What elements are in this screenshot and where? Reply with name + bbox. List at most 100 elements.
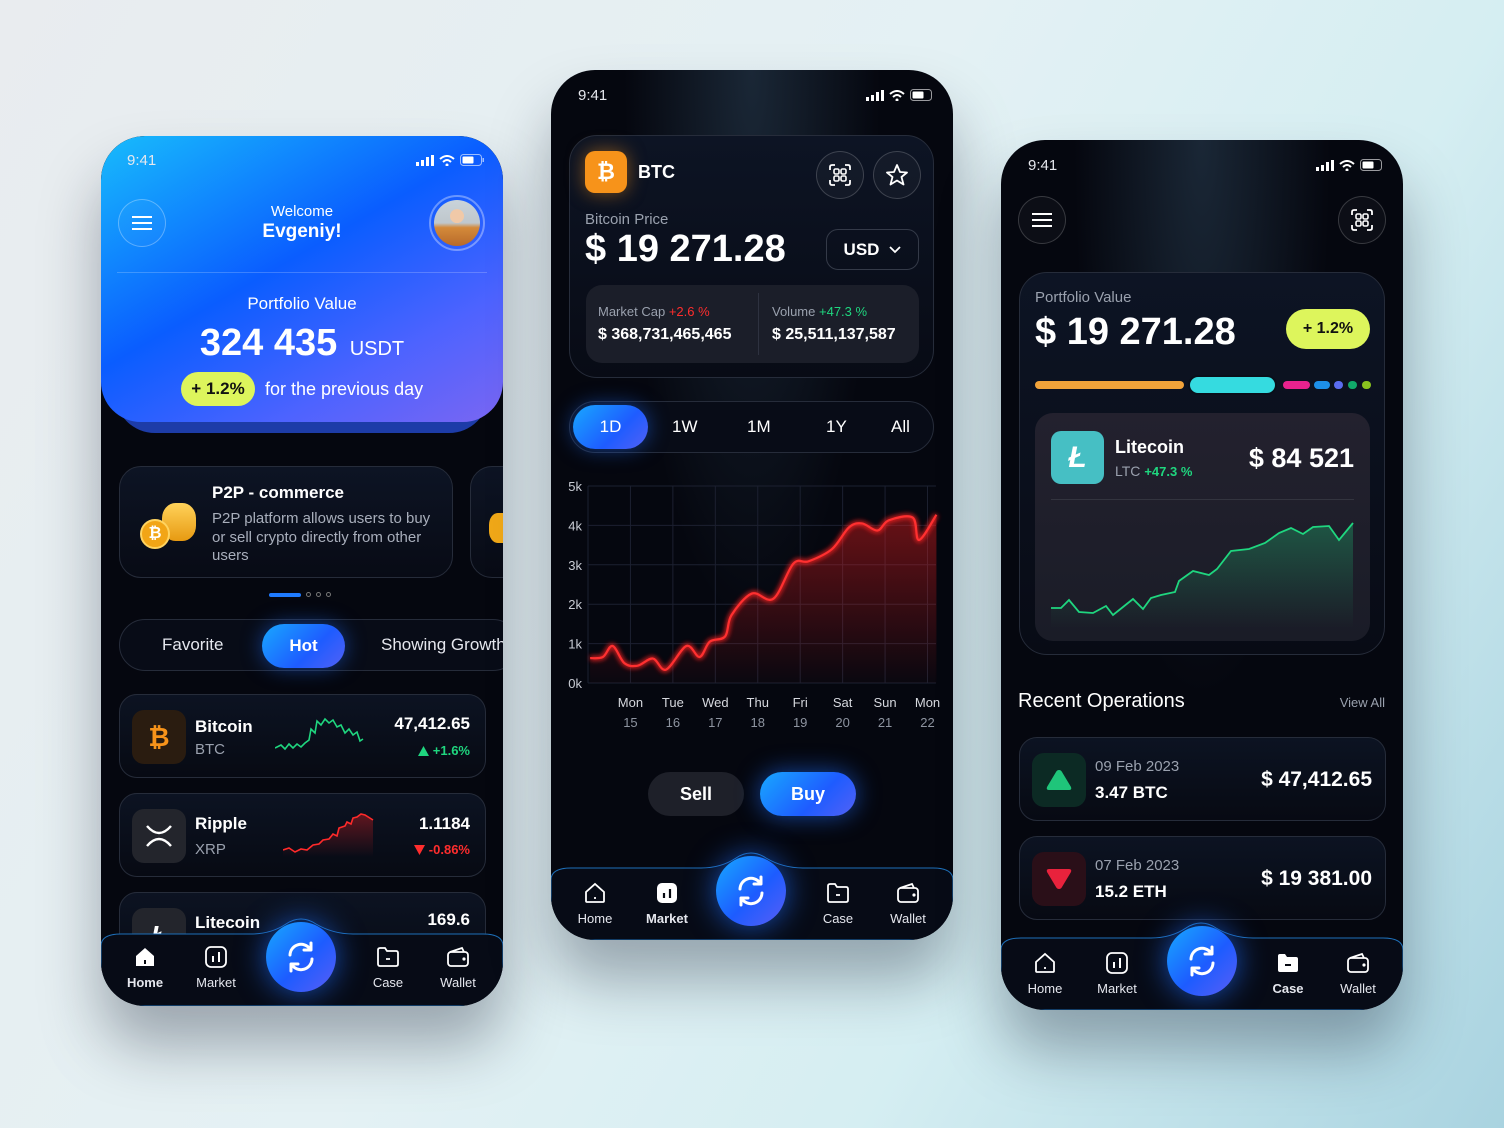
tab-1y[interactable]: 1Y	[826, 417, 847, 437]
x-tick-date: 19	[793, 715, 807, 730]
x-tick-date: 21	[878, 715, 892, 730]
status-icons	[866, 89, 935, 101]
portfolio-value: $ 19 271.28	[1035, 311, 1236, 353]
coin-symbol: XRP	[195, 841, 226, 858]
coin-price: $ 19 271.28	[585, 228, 786, 270]
signal-icon	[416, 154, 434, 166]
tab-1d[interactable]: 1D	[573, 405, 648, 449]
nav-market[interactable]: Market	[181, 945, 251, 990]
nav-market[interactable]: Market	[632, 881, 702, 926]
y-tick-label: 4k	[568, 518, 582, 533]
x-tick-day: Wed	[702, 695, 729, 710]
avatar[interactable]	[429, 195, 485, 251]
nav-home[interactable]: Home	[110, 945, 180, 990]
nav-case[interactable]: Case	[353, 945, 423, 990]
coin-info-card: ₿ BTC Bitcoin Price $ 19 271.28 USD Mark…	[569, 135, 934, 378]
operation-amount: 3.47 BTC	[1095, 783, 1168, 802]
promo-card[interactable]: ₿ P2P - commerce P2P platform allows use…	[119, 466, 453, 578]
hamburger-icon	[132, 216, 152, 230]
bitcoin-sparkline	[275, 717, 364, 751]
nav-market[interactable]: Market	[1082, 951, 1152, 996]
coin-row-ripple[interactable]: Ripple XRP 1.1184 -0.86%	[119, 793, 486, 877]
nav-home[interactable]: Home	[560, 881, 630, 926]
nav-wallet[interactable]: Wallet	[423, 945, 493, 990]
price-chart[interactable]: 0k 1k 2k 3k 4k 5k Mon 15 Tue 16 Wed 17 Thu 18 Fri 19 Sat…	[551, 470, 953, 740]
price-label: Bitcoin Price	[585, 211, 669, 228]
signal-icon	[1316, 159, 1334, 171]
operation-date: 07 Feb 2023	[1095, 857, 1180, 874]
portfolio-phone: 9:41 Portfolio Value $ 19 271.28 + 1.2% …	[1001, 140, 1403, 1010]
scan-button[interactable]	[1338, 196, 1386, 244]
allocation-segment[interactable]	[1035, 381, 1184, 389]
carousel-dots[interactable]	[269, 592, 331, 597]
x-tick-date: 22	[920, 715, 934, 730]
filter-tabs: Favorite Hot Showing Growth	[119, 619, 503, 671]
currency-dropdown[interactable]: USD	[826, 229, 919, 270]
up-triangle-icon	[417, 745, 429, 756]
allocation-segment[interactable]	[1362, 381, 1371, 389]
allocation-segment[interactable]	[1334, 381, 1343, 389]
favorite-button[interactable]	[873, 151, 921, 199]
market-icon	[657, 883, 677, 903]
allocation-segment[interactable]	[1348, 381, 1357, 389]
operation-row[interactable]: 09 Feb 2023 3.47 BTC $ 47,412.65	[1019, 737, 1386, 821]
market-cap-label: Market Cap	[598, 304, 666, 319]
x-tick-date: 18	[751, 715, 765, 730]
market-icon	[1106, 952, 1128, 974]
nav-home[interactable]: Home	[1010, 951, 1080, 996]
buy-button[interactable]: Buy	[760, 772, 856, 816]
timeframe-tabs: 1D 1W 1M 1Y All	[569, 401, 934, 453]
nav-wallet[interactable]: Wallet	[1323, 951, 1393, 996]
wifi-icon	[889, 89, 905, 101]
nav-case[interactable]: Case	[803, 881, 873, 926]
tab-hot[interactable]: Hot	[262, 624, 345, 668]
y-tick-label: 3k	[568, 558, 582, 573]
qr-scan-icon	[829, 164, 851, 186]
selected-asset-card: Ł Litecoin LTC +47.3 % $ 84 521	[1035, 413, 1370, 641]
tab-1w[interactable]: 1W	[672, 417, 698, 437]
wifi-icon	[439, 154, 455, 166]
home-icon	[136, 948, 154, 966]
allocation-bar[interactable]	[1035, 375, 1375, 395]
x-tick-day: Mon	[618, 695, 643, 710]
allocation-segment-selected[interactable]	[1188, 375, 1277, 395]
tab-1m[interactable]: 1M	[747, 417, 771, 437]
exchange-button[interactable]	[716, 856, 786, 926]
ripple-sparkline	[283, 813, 374, 857]
coin-row-bitcoin[interactable]: ₿ Bitcoin BTC 47,412.65 +1.6%	[119, 694, 486, 778]
operation-row[interactable]: 07 Feb 2023 15.2 ETH $ 19 381.00	[1019, 836, 1386, 920]
down-triangle-icon	[413, 844, 425, 855]
y-tick-label: 2k	[568, 597, 582, 612]
market-icon	[205, 946, 227, 968]
battery-icon	[910, 89, 932, 101]
allocation-segment[interactable]	[1314, 381, 1330, 389]
exchange-button[interactable]	[266, 922, 336, 992]
view-all-link[interactable]: View All	[1340, 695, 1385, 710]
folder-icon	[1278, 954, 1298, 972]
tab-favorite[interactable]: Favorite	[162, 635, 223, 655]
exchange-button[interactable]	[1167, 926, 1237, 996]
wifi-icon	[1339, 159, 1355, 171]
menu-button[interactable]	[118, 199, 166, 247]
promo-card-next[interactable]	[470, 466, 503, 578]
sell-button[interactable]: Sell	[648, 772, 744, 816]
tab-showing-growth[interactable]: Showing Growth	[381, 635, 503, 655]
y-tick-label: 0k	[568, 676, 582, 691]
portfolio-currency: USDT	[349, 338, 405, 360]
allocation-segment[interactable]	[1283, 381, 1310, 389]
chevron-down-icon	[889, 245, 902, 253]
tab-all[interactable]: All	[891, 417, 910, 437]
nav-wallet[interactable]: Wallet	[873, 881, 943, 926]
asset-name: Litecoin	[1115, 437, 1185, 457]
portfolio-header: 9:41 Welcome Evgeniy! Portfolio Value 32…	[101, 136, 503, 422]
x-tick-date: 20	[835, 715, 849, 730]
wallet-icon	[897, 882, 919, 903]
nav-case[interactable]: Case	[1253, 951, 1323, 996]
operation-up-icon	[1032, 753, 1086, 807]
menu-button[interactable]	[1018, 196, 1066, 244]
home-icon	[1035, 952, 1055, 973]
scan-button[interactable]	[816, 151, 864, 199]
status-icons	[416, 154, 485, 166]
wallet-icon	[447, 946, 469, 967]
x-tick-day: Sat	[833, 695, 853, 710]
